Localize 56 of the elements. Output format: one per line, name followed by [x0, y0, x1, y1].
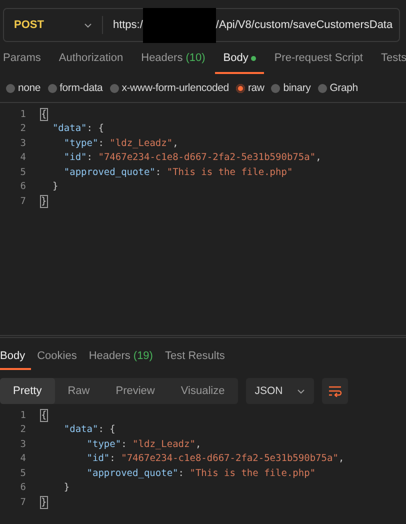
code-line: "type": "ldz_Leadz", — [62, 138, 178, 149]
wrap-icon — [328, 385, 342, 397]
request-tab[interactable]: Tests — [373, 44, 406, 74]
line-number: 1 — [19, 410, 27, 421]
code-line: "id": "7467e234-c1e8-d667-2fa2-5e31b590b75a", — [62, 152, 322, 164]
view-mode-tab[interactable]: Raw — [54, 378, 103, 404]
body-type-option[interactable]: x-www-form-urlencoded — [110, 82, 229, 94]
code-line: { — [41, 410, 47, 421]
response-tab[interactable]: Headers (19) — [82, 344, 159, 370]
line-number: 4 — [19, 453, 27, 464]
code-line: } — [62, 482, 70, 494]
url-text[interactable]: https:/ — [112, 19, 143, 31]
response-tab[interactable]: Test Results — [158, 344, 231, 370]
code-line: } — [51, 181, 58, 192]
body-type-option[interactable]: binary — [271, 82, 311, 94]
method-dropdown[interactable]: POST — [4, 16, 103, 34]
code-line: "approved_quote": "This is the file.php" — [62, 166, 293, 178]
line-number: 4 — [19, 152, 27, 164]
body-type-option[interactable]: form-data — [48, 82, 103, 94]
wrap-lines-button[interactable] — [322, 378, 348, 404]
code-line: "id": "7467e234-c1e8-d667-2fa2-5e31b590b75a", — [86, 453, 344, 464]
chevron-down-icon — [84, 22, 92, 28]
code-line: "approved_quote": "This is the file.php" — [86, 468, 316, 479]
body-type-option[interactable]: none — [6, 82, 41, 94]
response-tab[interactable]: Body — [0, 344, 32, 370]
line-number: 7 — [19, 496, 27, 508]
line-number: 5 — [19, 166, 27, 178]
line-number: 2 — [19, 123, 27, 134]
line-number: 7 — [19, 196, 27, 207]
line-number: 3 — [19, 138, 27, 149]
request-tab[interactable]: Pre-request Script — [266, 44, 371, 74]
line-number: 2 — [19, 424, 27, 436]
request-tab[interactable]: Headers (10) — [133, 44, 214, 74]
line-number: 6 — [19, 181, 27, 192]
request-tab[interactable]: Authorization — [50, 44, 132, 74]
request-tab[interactable]: Body — [215, 44, 264, 74]
body-type-option[interactable]: raw — [236, 82, 264, 94]
line-number: 5 — [19, 468, 27, 479]
code-line: "data": { — [51, 123, 104, 134]
line-number: 1 — [19, 108, 27, 120]
code-line: "data": { — [62, 424, 116, 436]
format-dropdown[interactable]: JSON — [246, 378, 314, 404]
code-line: { — [41, 108, 47, 120]
code-line: "type": "ldz_Leadz", — [86, 438, 202, 450]
body-type-option[interactable]: Graph — [318, 82, 358, 94]
code-line: } — [41, 196, 47, 207]
line-number: 3 — [19, 438, 27, 450]
response-tab[interactable]: Cookies — [31, 344, 83, 370]
code-line: } — [41, 496, 47, 508]
url-text[interactable]: /Api/V8/custom/saveCustomersData — [216, 19, 393, 31]
view-mode-tab[interactable]: Pretty — [0, 378, 55, 404]
chevron-down-icon — [296, 388, 305, 394]
view-mode-tab[interactable]: Preview — [102, 378, 168, 404]
view-mode-tab[interactable]: Visualize — [168, 378, 238, 404]
line-number: 6 — [19, 482, 27, 494]
request-tab[interactable]: Params — [1, 44, 49, 74]
